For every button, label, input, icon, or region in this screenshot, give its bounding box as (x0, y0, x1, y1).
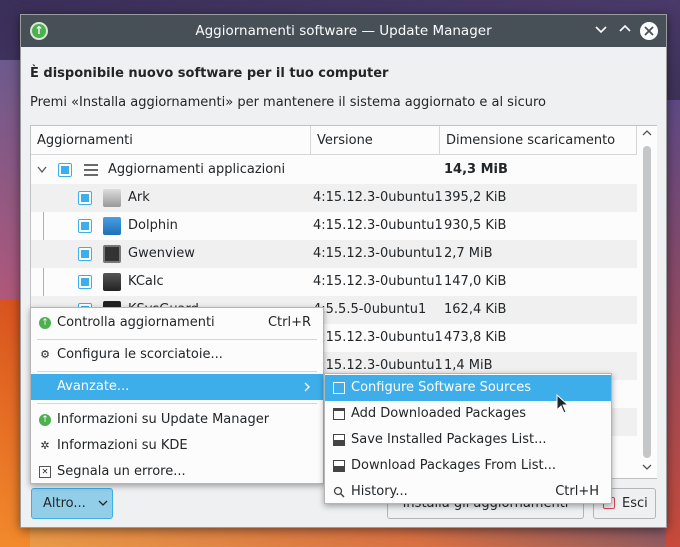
column-header-updates[interactable]: Aggiornamenti (31, 126, 311, 155)
mouse-cursor-icon (556, 393, 570, 418)
package-version: 4:15.12.3-0ubuntu1 (313, 274, 443, 289)
vertical-scrollbar[interactable] (638, 126, 657, 478)
dolphin-icon (103, 217, 121, 235)
scroll-up-icon[interactable] (642, 128, 652, 141)
page-heading: È disponibile nuovo software per il tuo … (30, 66, 389, 81)
save-icon (333, 434, 345, 446)
package-size: 473,8 KiB (444, 330, 507, 345)
package-version: 4:15.12.3-0ubuntu1 (313, 218, 443, 233)
chevron-up-icon (619, 24, 631, 32)
package-size: 162,4 KiB (444, 302, 507, 317)
table-row[interactable]: KCalc 4:15.12.3-0ubuntu1 147,0 KiB (31, 268, 637, 296)
package-name: Dolphin (128, 218, 178, 233)
menu-item-save-list[interactable]: Save Installed Packages List... (325, 427, 611, 453)
page-description: Premi «Installa aggiornamenti» per mante… (30, 95, 546, 110)
table-row[interactable]: Ark 4:15.12.3-0ubuntu1 395,2 KiB (31, 184, 637, 212)
sources-icon (333, 382, 345, 394)
table-row[interactable]: Gwenview 4:15.12.3-0ubuntu1 2,7 MiB (31, 240, 637, 268)
menu-item-label: Segnala un errore... (57, 464, 186, 479)
group-size: 14,3 MiB (444, 162, 508, 177)
menu-item-shortcuts[interactable]: ⚙ Configura le scorciatoie... (31, 342, 323, 368)
menu-item-label: Download Packages From List... (351, 458, 557, 473)
altro-label: Altro... (43, 496, 86, 511)
menu-item-label: Informazioni su KDE (57, 438, 188, 453)
menu-item-shortcut: Ctrl+H (555, 484, 599, 499)
kde-icon: ✲ (40, 439, 50, 452)
exit-label: Esci (622, 496, 648, 511)
row-checkbox[interactable] (78, 219, 92, 233)
menu-item-label: Configure Software Sources (351, 380, 532, 395)
bug-icon: ✕ (39, 466, 51, 478)
chevron-down-icon (595, 26, 607, 34)
ark-icon (103, 189, 121, 207)
chevron-right-icon (303, 374, 311, 410)
menu-item-advanced[interactable]: Avanzate... (31, 374, 323, 400)
window-title: Aggiornamenti software — Update Manager (195, 23, 492, 39)
menu-item-about-kde[interactable]: ✲ Informazioni su KDE (31, 433, 323, 459)
package-version: 4:5.5.5-0ubuntu1 (313, 302, 427, 317)
titlebar: ↑ Aggiornamenti software — Update Manage… (21, 15, 666, 47)
package-name: Gwenview (128, 246, 195, 261)
menu-item-label: Configura le scorciatoie... (57, 347, 223, 362)
folder-icon (333, 408, 345, 420)
scroll-down-icon[interactable] (642, 462, 652, 475)
menu-item-label: History... (351, 484, 408, 499)
close-button[interactable] (640, 22, 658, 40)
package-version: 4:15.12.3-0ubuntu1 (313, 246, 443, 261)
group-name: Aggiornamenti applicazioni (108, 162, 286, 177)
menu-item-about-app[interactable]: ↑ Informazioni su Update Manager (31, 407, 323, 433)
menu-separator (37, 339, 317, 340)
group-checkbox[interactable] (58, 163, 72, 177)
row-checkbox[interactable] (78, 191, 92, 205)
package-size: 930,5 KiB (444, 218, 507, 233)
row-checkbox[interactable] (78, 247, 92, 261)
menu-item-report-bug[interactable]: ✕ Segnala un errore... (31, 459, 323, 485)
maximize-button[interactable] (616, 22, 634, 40)
package-size: 395,2 KiB (444, 190, 507, 205)
altro-menu: ↑ Controlla aggiornamenti Ctrl+R ⚙ Confi… (30, 307, 324, 484)
menu-item-label: Avanzate... (57, 379, 130, 394)
advanced-submenu: Configure Software Sources Add Downloade… (324, 373, 612, 504)
menu-item-history[interactable]: History... Ctrl+H (325, 479, 611, 505)
altro-button[interactable]: Altro... (31, 488, 113, 519)
menu-item-label: Save Installed Packages List... (351, 432, 547, 447)
menu-item-label: Controlla aggiornamenti (57, 315, 215, 330)
menu-item-check-updates[interactable]: ↑ Controlla aggiornamenti Ctrl+R (31, 310, 323, 336)
shortcuts-icon: ⚙ (40, 348, 50, 361)
close-icon (644, 26, 654, 36)
row-checkbox[interactable] (78, 275, 92, 289)
scrollbar-thumb[interactable] (643, 146, 651, 458)
chevron-down-icon (98, 489, 108, 529)
search-icon (333, 486, 345, 498)
update-icon: ↑ (39, 414, 51, 426)
menu-item-shortcut: Ctrl+R (267, 315, 311, 330)
table-row[interactable]: Dolphin 4:15.12.3-0ubuntu1 930,5 KiB (31, 212, 637, 240)
column-header-version[interactable]: Versione (311, 126, 440, 155)
save-icon (333, 460, 345, 472)
menu-separator (37, 371, 317, 372)
update-icon: ↑ (39, 317, 51, 329)
package-name: Ark (128, 190, 150, 205)
menu-item-label: Informazioni su Update Manager (57, 412, 270, 427)
column-header-size[interactable]: Dimensione scaricamento (440, 126, 637, 155)
menu-item-label: Add Downloaded Packages (351, 406, 526, 421)
menu-separator (37, 403, 317, 404)
package-version: 4:15.12.3-0ubuntu1 (313, 190, 443, 205)
package-name: KCalc (128, 274, 164, 289)
tree-group-row[interactable]: Aggiornamenti applicazioni 14,3 MiB (31, 156, 637, 184)
minimize-button[interactable] (592, 22, 610, 40)
kcalc-icon (103, 273, 121, 291)
gwenview-icon (103, 245, 121, 263)
package-size: 2,7 MiB (444, 246, 493, 261)
package-size: 147,0 KiB (444, 274, 507, 289)
package-version: 4:15.12.3-0ubuntu1 (313, 330, 443, 345)
menu-item-download-list[interactable]: Download Packages From List... (325, 453, 611, 479)
